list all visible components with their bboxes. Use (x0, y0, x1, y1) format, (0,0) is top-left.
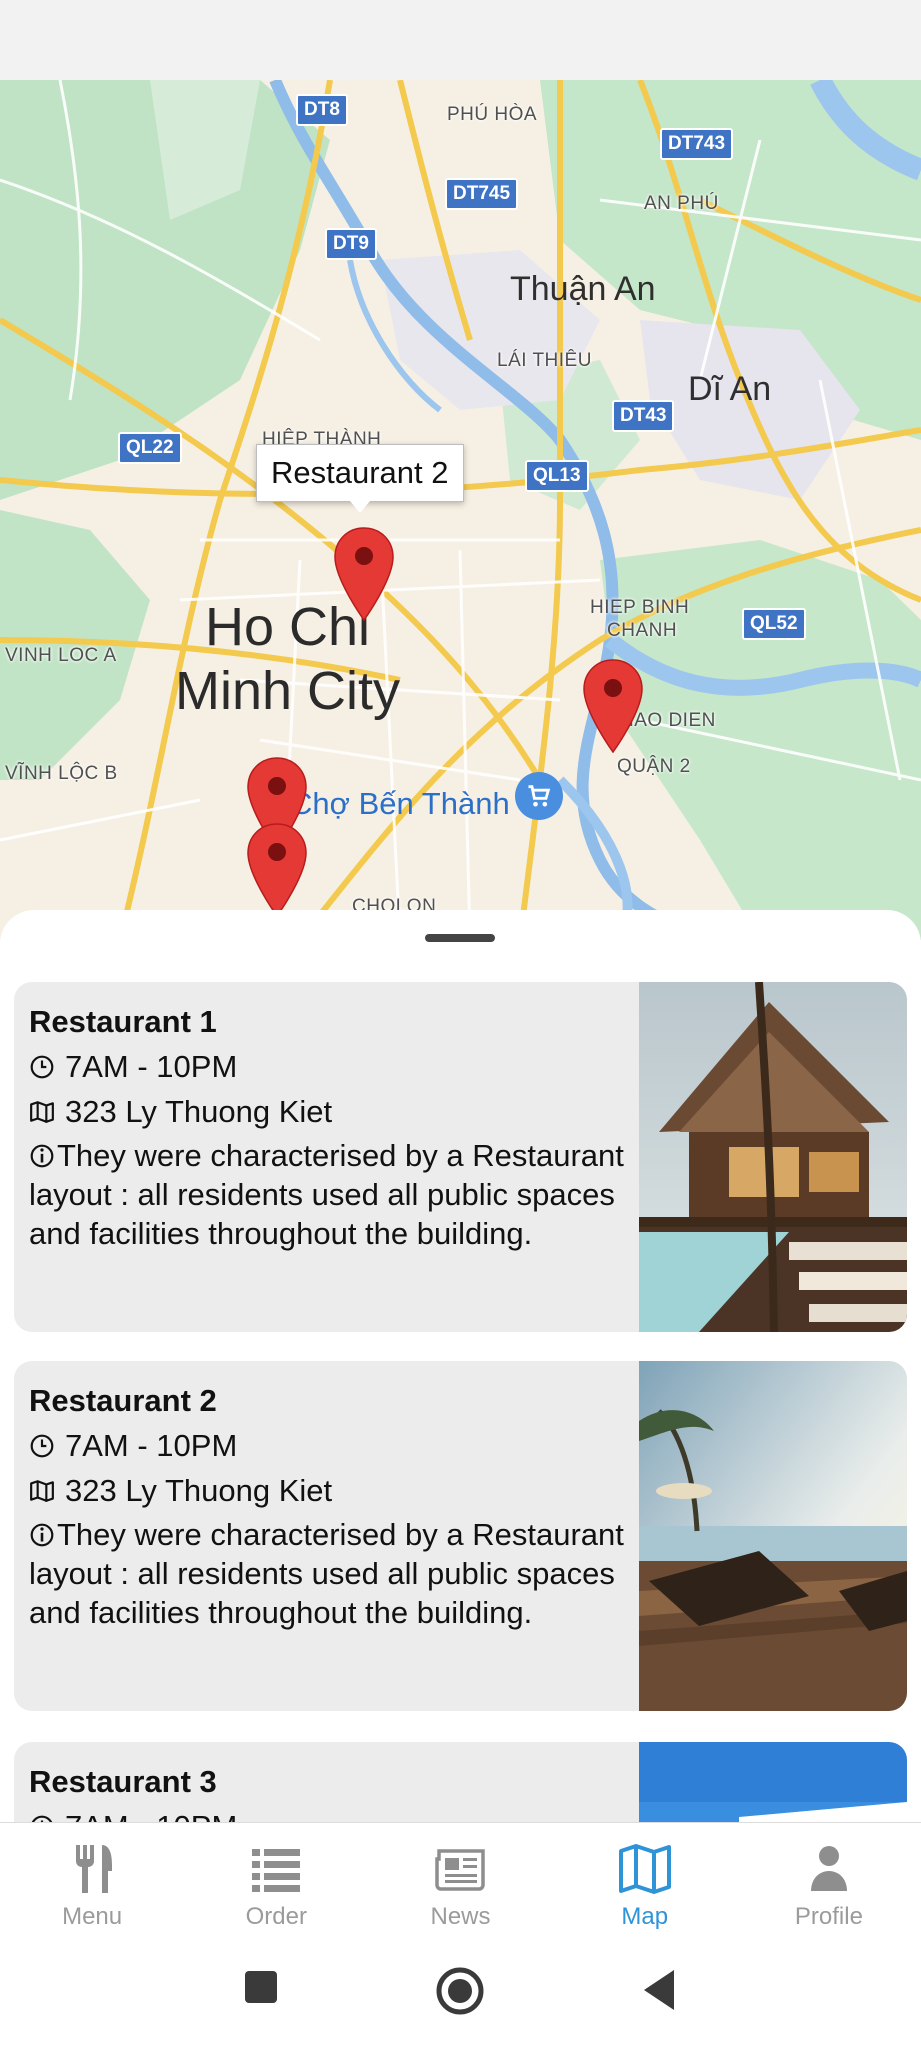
map-icon (618, 1844, 671, 1894)
map-label-district: PHÚ HÒA (447, 104, 538, 125)
map-label-town: Thuận An (510, 270, 656, 308)
restaurant-address: 323 Ly Thuong Kiet (65, 1094, 333, 1129)
restaurant-card[interactable]: Restaurant 3 7AM - 10PM (14, 1742, 907, 1822)
clock-icon (30, 1055, 54, 1078)
marker-infowindow[interactable]: Restaurant 2 (256, 444, 464, 513)
map-label-district: QUẬN 2 (617, 756, 691, 777)
info-icon (30, 1144, 54, 1168)
newspaper-icon (434, 1849, 485, 1891)
tab-map[interactable]: Map (553, 1823, 737, 1945)
restaurant-address: 323 Ly Thuong Kiet (65, 1473, 333, 1508)
restaurant-marker[interactable] (246, 822, 308, 918)
tab-profile[interactable]: Profile (737, 1823, 921, 1945)
restaurant-card[interactable]: Restaurant 1 7AM - 10PM 323 Ly Thuong Ki… (14, 982, 907, 1332)
list-icon (252, 1849, 301, 1892)
restaurant-hours: 7AM - 10PM (65, 1428, 238, 1463)
road-shield: QL13 (525, 460, 589, 492)
status-bar (0, 0, 921, 80)
home-button[interactable] (435, 1966, 485, 2016)
clock-icon (31, 1815, 53, 1822)
map-label-town: Dĩ An (688, 370, 772, 408)
restaurant-photo (639, 982, 907, 1332)
person-icon (810, 1846, 847, 1891)
road-shield: DT743 (660, 128, 734, 160)
bottom-tab-bar: Menu Order News Map Profile (0, 1822, 921, 1945)
sheet-drag-handle[interactable] (425, 934, 495, 942)
tab-news[interactable]: News (368, 1823, 552, 1945)
restaurant-description: They were characterised by a Restaurant … (29, 1517, 624, 1630)
road-shield: DT9 (325, 228, 377, 260)
restaurant-name: Restaurant 1 (29, 1004, 217, 1039)
map-label-poi: Chợ Bến Thành (290, 786, 510, 821)
tab-label: Order (245, 1903, 307, 1930)
tab-label: News (430, 1903, 491, 1930)
road-shield: DT43 (612, 400, 675, 432)
tab-label: Menu (62, 1903, 123, 1930)
tab-order[interactable]: Order (184, 1823, 368, 1945)
fork-knife-icon (76, 1845, 113, 1893)
map-label-district: AN PHÚ (644, 193, 719, 214)
tab-label: Map (621, 1903, 669, 1930)
back-button[interactable] (642, 1968, 676, 2012)
system-navigation-bar (0, 1944, 921, 2048)
road-shield: DT745 (445, 178, 519, 210)
info-icon (30, 1523, 54, 1547)
map-icon (30, 1100, 54, 1123)
recents-button[interactable] (244, 1970, 278, 2004)
city-label-line2: Minh City (175, 661, 401, 721)
restaurant-marker[interactable] (333, 526, 395, 622)
road-shield: QL52 (742, 608, 806, 640)
cart-icon (528, 785, 551, 807)
restaurant-hours: 7AM - 10PM (65, 1049, 238, 1084)
restaurant-marker[interactable] (582, 658, 644, 754)
map-label-district: HIEP BINH (590, 597, 690, 618)
clock-icon (30, 1434, 54, 1457)
restaurant-hours: 7AM - 10PM (65, 1804, 237, 1822)
tab-label: Profile (794, 1903, 863, 1930)
road-shield: QL22 (118, 432, 182, 464)
restaurant-photo (639, 1361, 907, 1711)
restaurant-card[interactable]: Restaurant 2 7AM - 10PM 323 Ly Thuong Ki… (14, 1361, 907, 1711)
market-marker[interactable] (515, 772, 563, 820)
map-label-district: VĨNH LỘC B (5, 763, 118, 784)
road-shield: DT8 (296, 94, 348, 126)
restaurant-photo (639, 1742, 907, 1822)
map-label-district: LÁI THIÊU (497, 350, 592, 371)
map-label-district: CHANH (607, 620, 678, 641)
map-view[interactable]: Ho Chi Minh City Thuận An Dĩ An PHÚ HÒA … (0, 80, 921, 940)
restaurant-list-sheet[interactable]: Restaurant 1 7AM - 10PM 323 Ly Thuong Ki… (0, 910, 921, 1822)
restaurant-name: Restaurant 3 (29, 1764, 217, 1799)
tab-menu[interactable]: Menu (0, 1823, 184, 1945)
restaurant-description: They were characterised by a Restaurant … (29, 1138, 624, 1251)
restaurant-name: Restaurant 2 (29, 1383, 217, 1418)
map-icon (30, 1479, 54, 1502)
map-label-district: VINH LOC A (5, 645, 117, 666)
